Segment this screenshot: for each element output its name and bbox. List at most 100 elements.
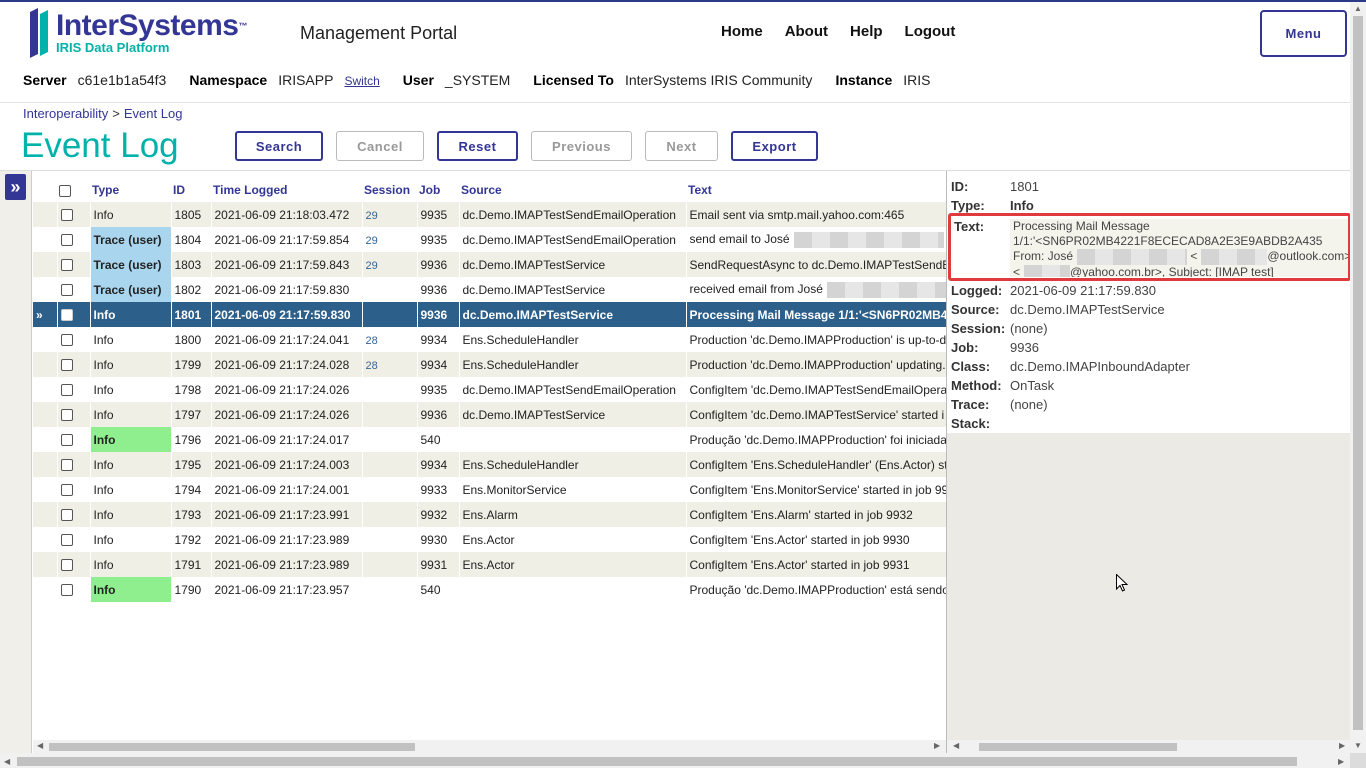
table-row[interactable]: Trace (user) 1802 2021-06-09 21:17:59.830 9… [33, 277, 946, 302]
previous-button[interactable]: Previous [531, 131, 632, 161]
row-select-cell[interactable] [57, 327, 91, 352]
cell-session[interactable] [362, 452, 418, 477]
row-select-cell[interactable] [57, 577, 91, 602]
table-row[interactable]: Info 1790 2021-06-09 21:17:23.957 540 Produç… [33, 577, 946, 602]
row-checkbox[interactable] [60, 309, 73, 322]
reset-button[interactable]: Reset [437, 131, 518, 161]
row-select-cell[interactable] [57, 227, 91, 252]
cell-session[interactable] [362, 402, 418, 427]
scroll-right-arrow-icon[interactable]: ▶ [1339, 741, 1345, 750]
table-row[interactable]: Trace (user) 1803 2021-06-09 21:17:59.843 2… [33, 252, 946, 277]
session-link[interactable]: 29 [366, 210, 378, 222]
scroll-left-arrow-icon[interactable]: ◀ [4, 757, 10, 766]
row-select-cell[interactable] [57, 252, 91, 277]
select-all-checkbox[interactable] [59, 184, 71, 197]
cancel-button[interactable]: Cancel [336, 131, 424, 161]
table-row[interactable]: Info 1800 2021-06-09 21:17:24.041 28 9934 Ens… [33, 327, 946, 352]
row-select-cell[interactable] [57, 527, 91, 552]
session-link[interactable]: 28 [366, 360, 378, 372]
row-select-cell[interactable] [57, 452, 91, 477]
scroll-up-arrow-icon[interactable]: ▲ [1354, 4, 1362, 13]
double-chevron-right-icon[interactable]: » [5, 174, 26, 200]
next-button[interactable]: Next [645, 131, 718, 161]
row-select-cell[interactable] [57, 302, 91, 327]
page-hscroll-thumb[interactable] [17, 757, 1297, 766]
detail-text-value[interactable]: Processing Mail Message 1/1:'<SN6PR02MB4… [1010, 219, 1348, 277]
cell-session[interactable]: 29 [362, 252, 418, 277]
cell-session[interactable]: 29 [362, 227, 418, 252]
row-checkbox[interactable] [60, 509, 73, 522]
table-row[interactable]: Info 1791 2021-06-09 21:17:23.989 9931 Ens.A… [33, 552, 946, 577]
cell-session[interactable] [362, 477, 418, 502]
scroll-down-arrow-icon[interactable]: ▼ [1354, 741, 1362, 750]
detail-scroll-thumb[interactable] [979, 743, 1177, 751]
row-select-cell[interactable] [57, 502, 91, 527]
table-row[interactable]: Info 1795 2021-06-09 21:17:24.003 9934 Ens.S… [33, 452, 946, 477]
cell-session[interactable] [362, 577, 418, 602]
cell-session[interactable] [362, 277, 418, 302]
cell-session[interactable] [362, 302, 418, 327]
header-time[interactable]: Time Logged [211, 178, 362, 202]
session-link[interactable]: 28 [366, 335, 378, 347]
row-select-cell[interactable] [57, 377, 91, 402]
page-horizontal-scrollbar[interactable]: ◀ ▶ [0, 753, 1350, 768]
nav-home-link[interactable]: Home [721, 23, 763, 40]
header-session[interactable]: Session [362, 178, 417, 202]
row-checkbox[interactable] [60, 334, 73, 347]
scroll-right-arrow-icon[interactable]: ▶ [934, 741, 940, 750]
row-select-cell[interactable] [57, 552, 91, 577]
row-checkbox[interactable] [60, 534, 73, 547]
nav-help-link[interactable]: Help [850, 23, 883, 40]
table-row[interactable]: Info 1793 2021-06-09 21:17:23.991 9932 Ens.A… [33, 502, 946, 527]
cell-session[interactable] [362, 552, 418, 577]
table-row[interactable]: Info 1797 2021-06-09 21:17:24.026 9936 dc.De… [33, 402, 946, 427]
row-checkbox[interactable] [60, 359, 73, 372]
switch-namespace-link[interactable]: Switch [344, 74, 379, 88]
table-row[interactable]: Info 1796 2021-06-09 21:17:24.017 540 Produç… [33, 427, 946, 452]
session-link[interactable]: 29 [366, 235, 378, 247]
row-checkbox[interactable] [60, 384, 73, 397]
header-text[interactable]: Text [686, 178, 946, 202]
row-checkbox[interactable] [60, 459, 73, 472]
row-checkbox[interactable] [60, 284, 73, 297]
menu-button[interactable]: Menu [1260, 10, 1347, 57]
cell-session[interactable] [362, 527, 418, 552]
row-checkbox[interactable] [60, 559, 73, 572]
table-row[interactable]: » Info 1801 2021-06-09 21:17:59.830 9936 dc.D… [33, 302, 946, 327]
row-select-cell[interactable] [57, 427, 91, 452]
table-row[interactable]: Info 1794 2021-06-09 21:17:24.001 9933 Ens.M… [33, 477, 946, 502]
cell-session[interactable]: 28 [362, 352, 418, 377]
row-select-cell[interactable] [57, 477, 91, 502]
row-select-cell[interactable] [57, 277, 91, 302]
export-button[interactable]: Export [731, 131, 818, 161]
session-link[interactable]: 29 [366, 260, 378, 272]
header-source[interactable]: Source [459, 178, 686, 202]
row-checkbox[interactable] [60, 409, 73, 422]
nav-about-link[interactable]: About [785, 23, 828, 40]
row-select-cell[interactable] [57, 402, 91, 427]
header-job[interactable]: Job [417, 178, 459, 202]
row-checkbox[interactable] [60, 584, 73, 597]
cell-session[interactable]: 29 [362, 202, 418, 227]
grid-horizontal-scrollbar[interactable]: ◀ ▶ [33, 740, 946, 753]
table-row[interactable]: Info 1792 2021-06-09 21:17:23.989 9930 Ens.A… [33, 527, 946, 552]
row-checkbox[interactable] [60, 484, 73, 497]
breadcrumb-interoperability-link[interactable]: Interoperability [23, 106, 108, 121]
header-type[interactable]: Type [90, 178, 171, 202]
row-select-cell[interactable] [57, 352, 91, 377]
scroll-left-arrow-icon[interactable]: ◀ [953, 741, 959, 750]
cell-session[interactable]: 28 [362, 327, 418, 352]
search-button[interactable]: Search [235, 131, 323, 161]
row-checkbox[interactable] [60, 434, 73, 447]
table-row[interactable]: Info 1799 2021-06-09 21:17:24.028 28 9934 Ens… [33, 352, 946, 377]
cell-session[interactable] [362, 427, 418, 452]
cell-session[interactable] [362, 502, 418, 527]
breadcrumb-event-log-link[interactable]: Event Log [124, 106, 183, 121]
intersystems-logo[interactable]: InterSystems™ IRIS Data Platform [28, 8, 248, 60]
header-select-all[interactable] [57, 178, 90, 202]
row-checkbox[interactable] [60, 259, 73, 272]
header-id[interactable]: ID [171, 178, 211, 202]
cell-session[interactable] [362, 377, 418, 402]
row-checkbox[interactable] [60, 209, 73, 222]
page-vertical-scrollbar[interactable]: ▲ ▼ [1350, 2, 1366, 753]
